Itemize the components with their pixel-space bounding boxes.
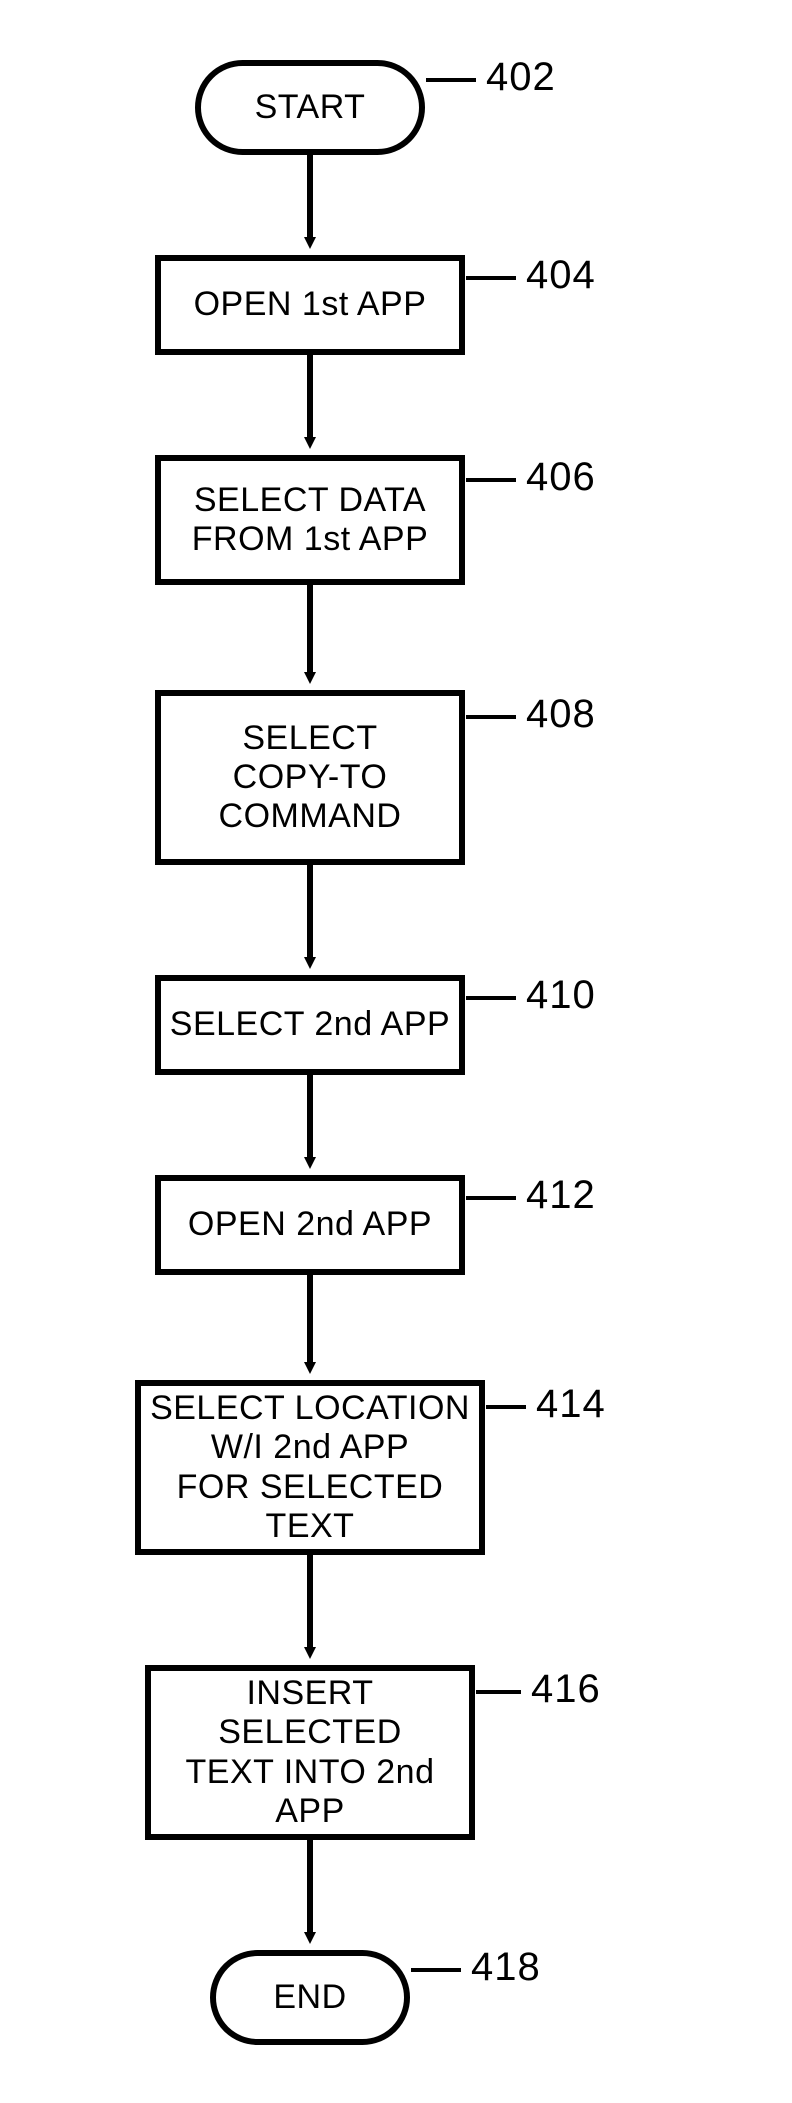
ref-406: 406 xyxy=(526,455,596,500)
lead-418 xyxy=(411,1968,461,1972)
ref-418: 418 xyxy=(471,1945,541,1990)
lead-406 xyxy=(466,478,516,482)
node-404-text: OPEN 1st APP xyxy=(194,285,427,324)
ref-414: 414 xyxy=(536,1382,606,1427)
ref-402: 402 xyxy=(486,55,556,100)
lead-404 xyxy=(466,276,516,280)
ref-408: 408 xyxy=(526,692,596,737)
lead-402 xyxy=(426,78,476,82)
node-start: START xyxy=(195,60,425,155)
ref-410: 410 xyxy=(526,973,596,1018)
node-open-1st-app: OPEN 1st APP xyxy=(155,255,465,355)
node-414-text: SELECT LOCATION W/I 2nd APP FOR SELECTED… xyxy=(149,1389,471,1545)
node-end-text: END xyxy=(273,1978,346,2017)
lead-414 xyxy=(486,1405,526,1409)
node-406-text: SELECT DATA FROM 1st APP xyxy=(192,481,429,559)
node-412-text: OPEN 2nd APP xyxy=(188,1205,432,1244)
node-end: END xyxy=(210,1950,410,2045)
lead-410 xyxy=(466,996,516,1000)
ref-404: 404 xyxy=(526,253,596,298)
node-select-2nd-app: SELECT 2nd APP xyxy=(155,975,465,1075)
node-408-text: SELECT COPY-TO COMMAND xyxy=(219,719,402,836)
node-416-text: INSERT SELECTED TEXT INTO 2nd APP xyxy=(159,1674,461,1830)
node-copy-to: SELECT COPY-TO COMMAND xyxy=(155,690,465,865)
node-insert-text: INSERT SELECTED TEXT INTO 2nd APP xyxy=(145,1665,475,1840)
node-select-data: SELECT DATA FROM 1st APP xyxy=(155,455,465,585)
node-start-text: START xyxy=(255,88,366,127)
flowchart-canvas: START 402 OPEN 1st APP 404 SELECT DATA F… xyxy=(0,0,792,2103)
lead-412 xyxy=(466,1196,516,1200)
lead-408 xyxy=(466,715,516,719)
lead-416 xyxy=(476,1690,521,1694)
node-select-location: SELECT LOCATION W/I 2nd APP FOR SELECTED… xyxy=(135,1380,485,1555)
node-open-2nd-app: OPEN 2nd APP xyxy=(155,1175,465,1275)
ref-412: 412 xyxy=(526,1173,596,1218)
node-410-text: SELECT 2nd APP xyxy=(170,1005,450,1044)
ref-416: 416 xyxy=(531,1667,601,1712)
